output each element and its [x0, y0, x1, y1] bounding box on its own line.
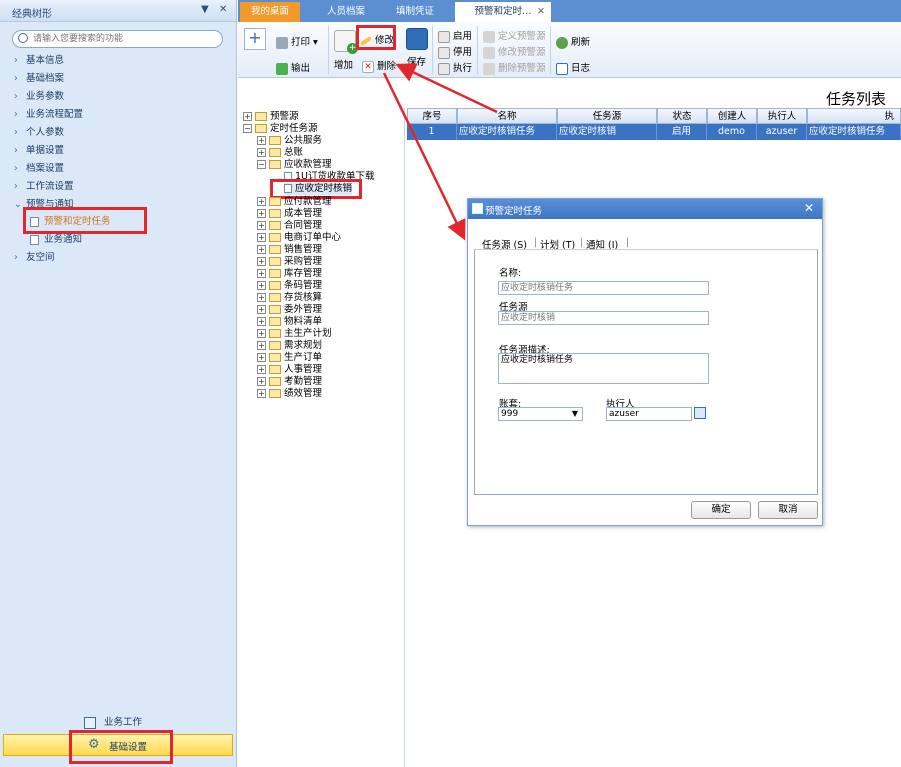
arrow-to-dialog [382, 72, 466, 241]
arrow-to-edit [395, 63, 498, 114]
annotation-arrows [382, 63, 498, 241]
